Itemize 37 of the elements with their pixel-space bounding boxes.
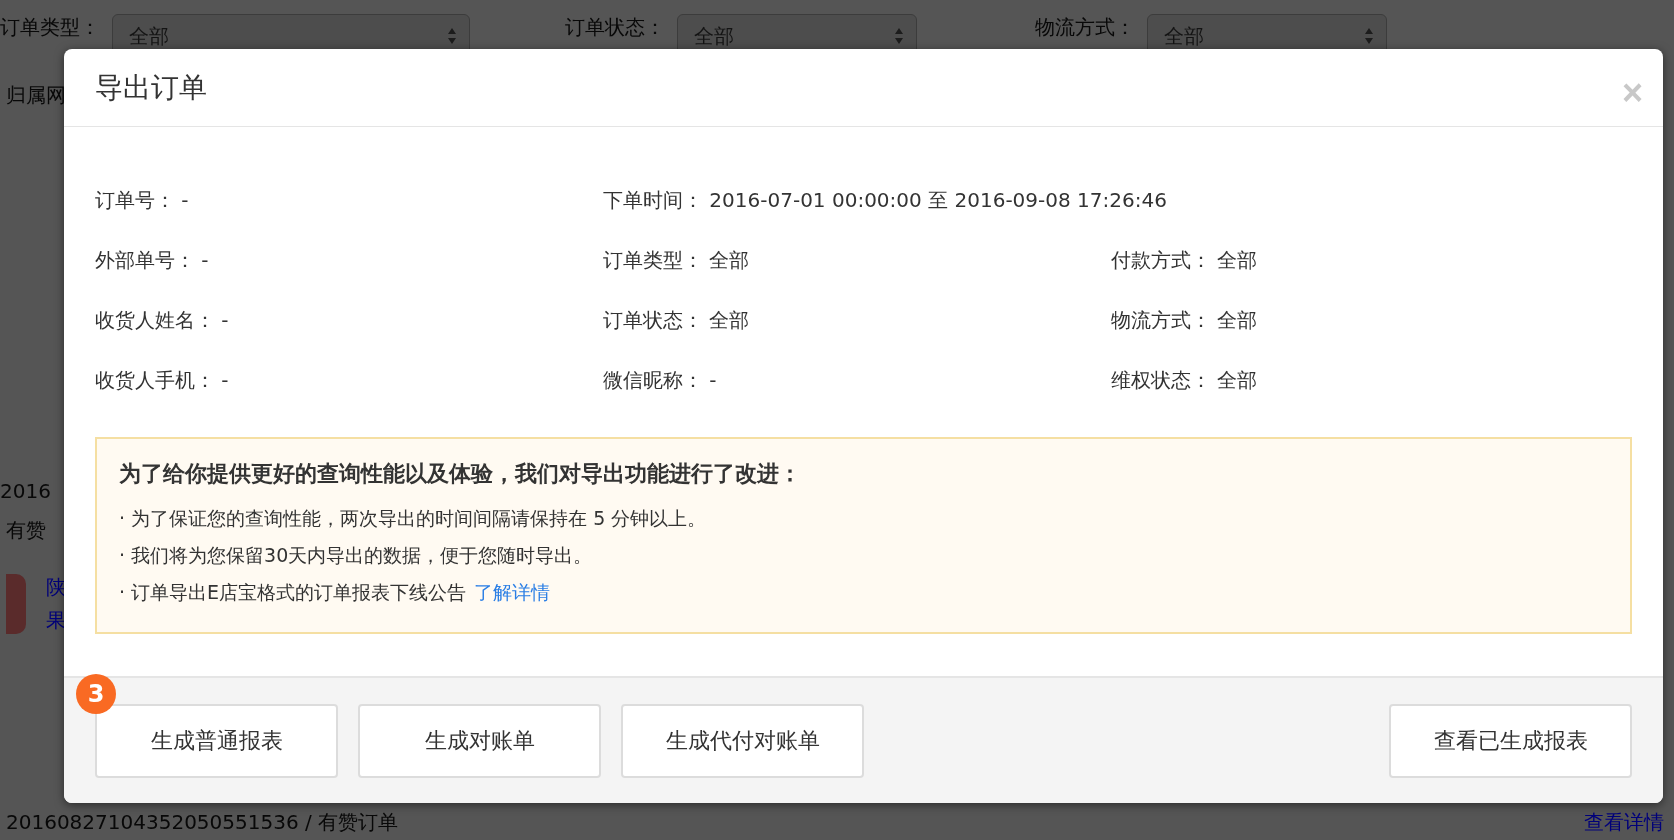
filter-summary: 微信昵称： - — [603, 367, 718, 393]
filter-label: 订单状态： — [565, 14, 665, 41]
filter-summary: 订单类型： 全部 — [603, 247, 751, 273]
filter-summary: 订单号： - — [95, 187, 190, 213]
dialog-title: 导出订单 — [95, 69, 207, 106]
select-arrows-icon — [447, 27, 457, 45]
select-arrows-icon — [894, 27, 904, 45]
filter-summary: 付款方式： 全部 — [1111, 247, 1259, 273]
filter-label: 物流方式： — [1035, 14, 1135, 41]
details-link[interactable]: 了解详情 — [474, 581, 551, 603]
filter-summary: 收货人手机： - — [95, 367, 230, 393]
filter-summary: 下单时间： 2016-07-01 00:00:00 至 2016-09-08 17:26:46 — [603, 187, 1168, 213]
order-number: 20160827104352050551536 / 有赞订单 — [5, 809, 399, 836]
report-button[interactable]: 生成普通报表 — [95, 703, 338, 778]
view-reports-button[interactable]: 查看已生成报表 — [1389, 703, 1632, 778]
product-photo — [6, 574, 26, 634]
order-number: 2016 — [0, 479, 51, 503]
filter-summary: 订单状态： 全部 — [603, 307, 751, 333]
details-link[interactable]: 查看详情 — [1584, 809, 1664, 836]
notice-title: 为了给你提供更好的查询性能以及体验，我们对导出功能进行了改进： — [119, 460, 801, 488]
report-button[interactable]: 生成代付对账单 — [621, 703, 864, 778]
filter-summary: 物流方式： 全部 — [1111, 307, 1259, 333]
product-title[interactable]: 陕 — [46, 574, 66, 601]
filter-label: 归属网 — [5, 82, 66, 109]
filter-summary: 维权状态： 全部 — [1111, 367, 1259, 393]
filter-summary: 收货人姓名： - — [95, 307, 230, 333]
notice-item: · 我们将为您保留30天内导出的数据，便于您随时导出。 — [119, 543, 593, 568]
select-arrows-icon — [1364, 27, 1374, 45]
filter-label: 订单类型： — [0, 14, 100, 41]
shop-name: 有赞 — [5, 517, 46, 544]
product-title[interactable]: 果 — [46, 607, 66, 634]
step-badge: 3 — [76, 673, 116, 714]
close-button[interactable]: × — [1617, 74, 1647, 111]
filter-summary: 外部单号： - — [95, 247, 210, 273]
notice-item: · 为了保证您的查询性能，两次导出的时间间隔请保持在 5 分钟以上。 — [119, 506, 707, 531]
report-button[interactable]: 生成对账单 — [358, 703, 601, 778]
notice-item: · 订单导出E店宝格式的订单报表下线公告 了解详情 — [119, 580, 551, 605]
